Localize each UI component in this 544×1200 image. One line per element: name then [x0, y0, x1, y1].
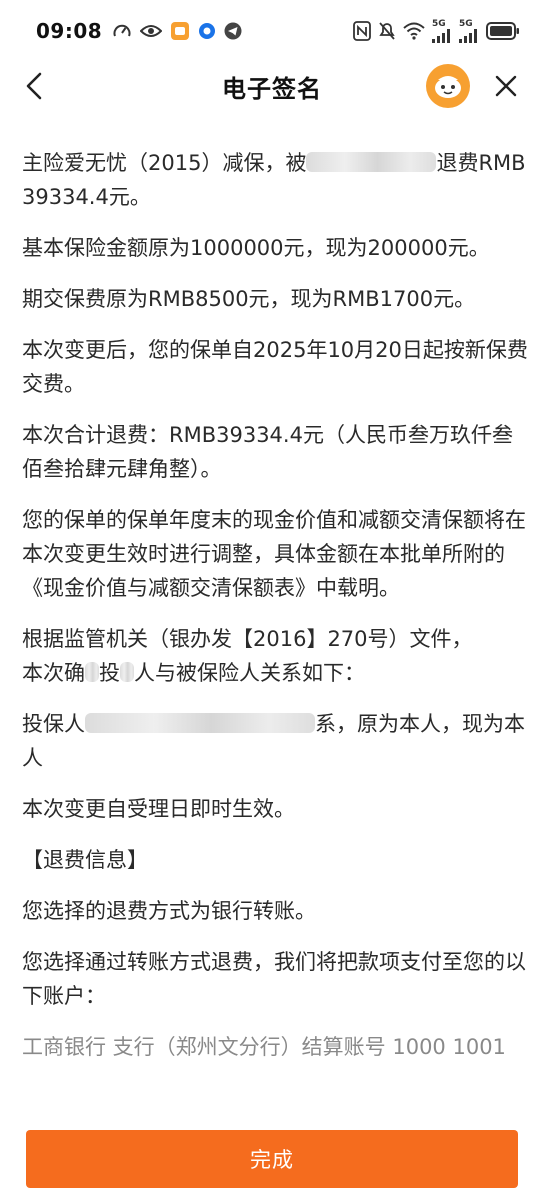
telegram-icon — [224, 22, 242, 40]
paragraph-refund-method: 您选择的退费方式为银行转账。 — [22, 899, 316, 923]
endorsement-content: 主险爱无忧（2015）减保，被 退费RMB39334.4元。 基本保险金额原为10… — [22, 146, 528, 1116]
text-regulation: 根据监管机关（银办发【2016】270号）文件， — [22, 627, 473, 651]
paragraph-total-refund: 本次合计退费：RMB39334.4元（人民币叁万玖仟叁佰叁拾肆元肆角整）。 — [22, 423, 513, 481]
paragraph-effective-date: 本次变更后，您的保单自2025年10月20日起按新保费交费。 — [22, 338, 528, 396]
bottom-bar: 完成 — [0, 1118, 544, 1200]
eye-icon — [140, 23, 163, 39]
mute-icon — [378, 21, 396, 41]
text-confirm-c: 人与被保险人关系如下： — [134, 661, 365, 685]
text-applicant-start: 投保人 — [22, 712, 85, 736]
paragraph-cash-value: 您的保单的保单年度末的现金价值和减额交清保额将在本次变更生效时进行调整，具体金额… — [22, 508, 526, 600]
status-left-icons — [112, 21, 242, 41]
paragraph-sum-insured: 基本保险金额原为1000000元，现为200000元。 — [22, 236, 490, 260]
section-refund-info: 【退费信息】 — [22, 848, 148, 872]
paragraph-premium: 期交保费原为RMB8500元，现为RMB1700元。 — [22, 287, 476, 311]
nav-bar: 电子签名 — [0, 62, 544, 110]
redacted-text — [85, 662, 99, 682]
text-reduction-start: 主险爱无忧（2015）减保，被 — [22, 151, 307, 175]
speedometer-icon — [112, 21, 132, 41]
done-button[interactable]: 完成 — [26, 1130, 518, 1188]
chevron-left-icon — [26, 72, 42, 100]
wifi-icon — [403, 22, 425, 40]
status-bar: 09:08 5G 5G — [0, 0, 544, 62]
paragraph-refund-account: 您选择通过转账方式退费，我们将把款项支付至您的以下账户： — [22, 950, 526, 1008]
app-notification-icon — [170, 21, 190, 41]
paragraph-relationship-intro: 根据监管机关（银办发【2016】270号）文件， 本次确投人与被保险人关系如下： — [22, 622, 528, 690]
redacted-text — [85, 713, 315, 733]
paragraph-reduction: 主险爱无忧（2015）减保，被 退费RMB39334.4元。 — [22, 146, 528, 214]
assistant-avatar-button[interactable] — [426, 64, 470, 108]
close-icon — [495, 75, 517, 97]
browser-icon — [198, 22, 216, 40]
text-confirm-a: 本次确 — [22, 661, 85, 685]
network-label-2: 5G — [459, 18, 473, 29]
nfc-icon — [353, 21, 371, 41]
signal-icon: 5G — [432, 18, 452, 43]
battery-icon — [486, 22, 520, 40]
assistant-avatar-icon — [435, 76, 461, 98]
status-time: 09:08 — [36, 19, 103, 43]
page-title: 电子签名 — [222, 74, 322, 103]
paragraph-bank-account-partial: 工商银行 支行（郑州文分行）结算账号 1000 1001 — [22, 1035, 506, 1059]
redacted-text — [120, 662, 134, 682]
signal-icon-2: 5G — [459, 18, 479, 43]
text-confirm-b: 投 — [99, 661, 120, 685]
paragraph-relationship: 投保人 系，原为本人，现为本人 — [22, 707, 528, 775]
back-button[interactable] — [18, 70, 50, 102]
paragraph-effective: 本次变更自受理日即时生效。 — [22, 797, 295, 821]
network-label-1: 5G — [432, 18, 446, 29]
close-button[interactable] — [490, 70, 522, 102]
status-right-icons: 5G 5G — [353, 18, 520, 43]
redacted-text — [306, 152, 437, 172]
